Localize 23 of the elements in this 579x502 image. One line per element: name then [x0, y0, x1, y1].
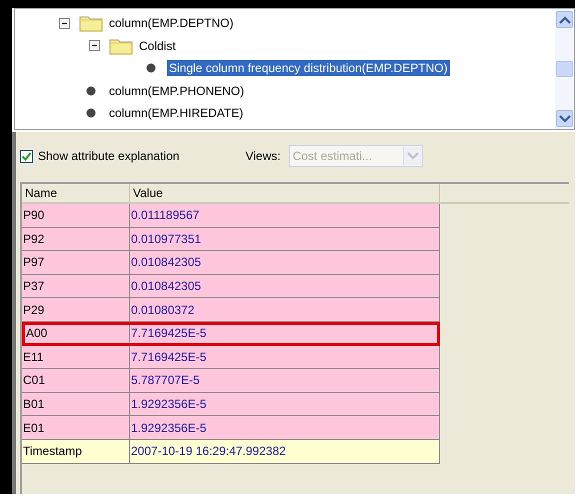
caret-icon	[402, 147, 422, 165]
collapse-icon[interactable]	[89, 40, 100, 52]
collapse-icon[interactable]	[59, 18, 70, 29]
scrollbar[interactable]	[555, 9, 574, 129]
column-header[interactable]: Value	[130, 184, 440, 202]
table-cell: 2007-10-19 16:29:47.992382	[130, 440, 440, 464]
table-cell: A00	[25, 324, 130, 343]
folder-icon	[79, 14, 103, 32]
views-label: Views:	[245, 149, 281, 163]
tree-item[interactable]: Single column frequency distribution(EMP.DEPTNO)	[167, 60, 450, 76]
checkbox[interactable]	[20, 150, 33, 162]
table-cell-text: 7.7169425E-5	[130, 325, 208, 342]
column-header[interactable]: Name	[22, 184, 130, 202]
tree-item[interactable]: Coldist	[137, 38, 178, 54]
table-cell: Timestamp	[22, 440, 130, 464]
tree-item[interactable]: column(EMP.PHONENO)	[107, 82, 246, 99]
scroll-up-icon[interactable]	[556, 11, 573, 28]
scroll-thumb[interactable]	[556, 61, 573, 77]
tree-item[interactable]: column(EMP.DEPTNO)	[107, 15, 236, 32]
tree-item[interactable]: column(EMP.HIREDATE)	[107, 105, 246, 122]
checkbox-label: Show attribute explanation	[38, 149, 180, 163]
scroll-down-icon[interactable]	[556, 110, 573, 127]
folder-icon	[109, 36, 133, 55]
